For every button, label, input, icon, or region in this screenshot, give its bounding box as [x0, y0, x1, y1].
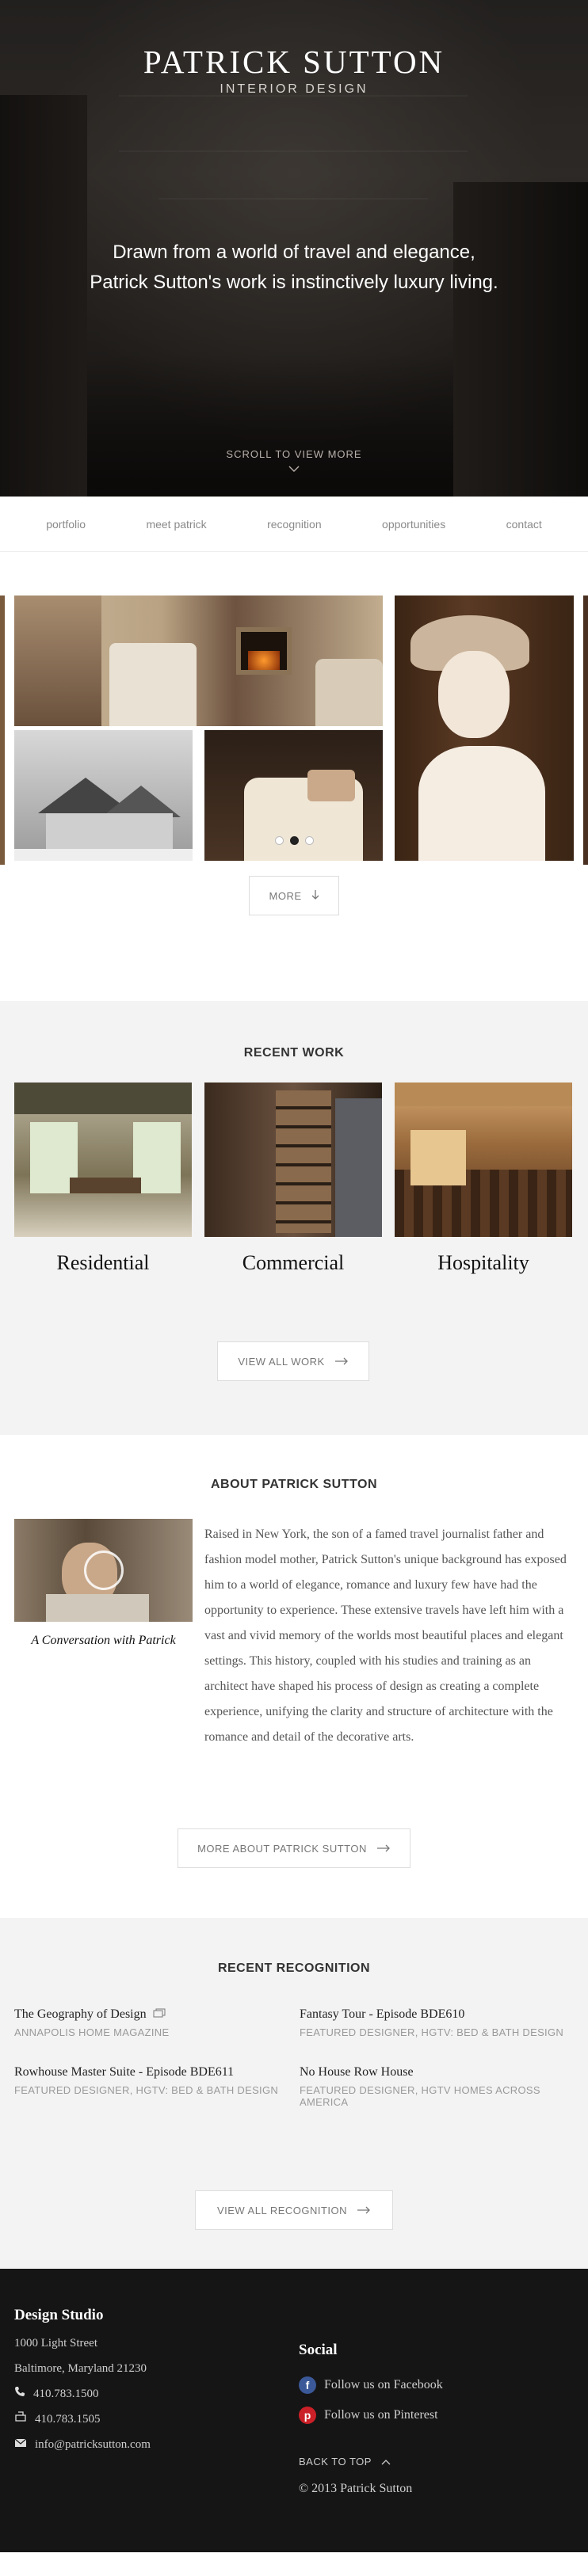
logo[interactable]: PATRICK SUTTON INTERIOR DESIGN [0, 43, 588, 97]
arrow-down-icon [311, 889, 319, 903]
video-thumbnail[interactable] [14, 1519, 193, 1622]
phone-icon [14, 2381, 25, 2407]
work-image-commercial [204, 1083, 382, 1237]
pinterest-link[interactable]: p Follow us on Pinterest [299, 2400, 443, 2430]
arrow-right-icon [357, 2205, 371, 2216]
recognition-title: RECENT RECOGNITION [217, 1961, 371, 1975]
fax-number: 410.783.1505 [35, 2413, 101, 2426]
carousel-next-peek[interactable] [583, 595, 588, 865]
carousel-dot[interactable] [304, 836, 314, 845]
hero-banner: PATRICK SUTTON INTERIOR DESIGN Drawn fro… [0, 0, 588, 497]
video-caption: A Conversation with Patrick [31, 1634, 176, 1647]
pinterest-icon: p [299, 2407, 316, 2424]
fax-icon [14, 2407, 27, 2432]
play-icon [84, 1551, 124, 1590]
facebook-link[interactable]: f Follow us on Facebook [299, 2370, 443, 2400]
arrow-right-icon [376, 1843, 391, 1855]
main-nav: portfolio meet patrick recognition oppor… [0, 497, 588, 552]
carousel-dot-active[interactable] [289, 836, 299, 845]
more-button[interactable]: MORE [249, 876, 339, 915]
work-label: Residential [56, 1251, 150, 1274]
work-image-hospitality [395, 1083, 572, 1237]
email-link[interactable]: info@patricksutton.com [35, 2432, 151, 2457]
carousel [0, 552, 588, 865]
page: PATRICK SUTTON INTERIOR DESIGN Drawn fro… [0, 0, 588, 2552]
view-all-work-button[interactable]: VIEW ALL WORK [217, 1341, 369, 1381]
back-to-top-link[interactable]: BACK TO TOP [299, 2456, 443, 2468]
about-section: ABOUT PATRICK SUTTON A Conversation with… [0, 1435, 588, 1918]
footer: Design Studio 1000 Light Street Baltimor… [0, 2269, 588, 2552]
carousel-pagination [0, 835, 588, 849]
about-title: ABOUT PATRICK SUTTON [211, 1478, 377, 1491]
work-card-hospitality[interactable]: Hospitality [395, 1083, 572, 1275]
work-label: Hospitality [437, 1251, 529, 1274]
chevron-up-icon [381, 2456, 391, 2468]
recognition-item[interactable]: The Geography of Design ANNAPOLIS HOME M… [14, 2007, 292, 2038]
social-block: Social f Follow us on Facebook p Follow … [299, 2342, 443, 2496]
hero-tagline: Drawn from a world of travel and eleganc… [90, 242, 498, 293]
nav-item-meet-patrick[interactable]: meet patrick [146, 518, 206, 531]
carousel-dot[interactable] [274, 836, 284, 845]
email-icon [14, 2432, 27, 2457]
chevron-down-icon [0, 463, 588, 474]
phone-number[interactable]: 410.783.1500 [33, 2381, 99, 2407]
recent-work-section: RECENT WORK Residential Commercial Hospi… [0, 1001, 588, 1435]
work-card-residential[interactable]: Residential [14, 1083, 192, 1275]
carousel-image-portrait[interactable] [395, 595, 574, 861]
studio-contact: Design Studio 1000 Light Street Baltimor… [14, 2304, 151, 2457]
brand-name: PATRICK SUTTON [143, 44, 445, 80]
address-line-2: Baltimore, Maryland 21230 [14, 2362, 147, 2375]
recognition-item[interactable]: Rowhouse Master Suite - Episode BDE611 F… [14, 2065, 292, 2096]
nav-item-opportunities[interactable]: opportunities [382, 518, 445, 531]
work-card-commercial[interactable]: Commercial [204, 1083, 382, 1275]
nav-item-contact[interactable]: contact [506, 518, 542, 531]
more-about-button[interactable]: MORE ABOUT PATRICK SUTTON [178, 1828, 410, 1868]
facebook-icon: f [299, 2376, 316, 2394]
recognition-item[interactable]: Fantasy Tour - Episode BDE610 FEATURED D… [300, 2007, 577, 2038]
copyright: © 2013 Patrick Sutton [299, 2482, 413, 2495]
recognition-section: RECENT RECOGNITION The Geography of Desi… [0, 1918, 588, 2269]
recent-work-title: RECENT WORK [243, 1046, 345, 1060]
gallery-icon [153, 2007, 166, 2022]
carousel-prev-peek[interactable] [0, 595, 5, 865]
carousel-image-living-room[interactable] [14, 595, 383, 726]
brand-subtitle: INTERIOR DESIGN [220, 82, 368, 96]
address-line-1: 1000 Light Street [14, 2337, 97, 2350]
nav-item-portfolio[interactable]: portfolio [46, 518, 86, 531]
social-title: Social [299, 2342, 338, 2358]
nav-item-recognition[interactable]: recognition [267, 518, 322, 531]
scroll-to-view-more[interactable]: SCROLL TO VIEW MORE [0, 448, 588, 474]
studio-title: Design Studio [14, 2307, 104, 2323]
work-image-residential [14, 1083, 192, 1237]
view-all-recognition-button[interactable]: VIEW ALL RECOGNITION [195, 2190, 393, 2230]
arrow-right-icon [334, 1356, 349, 1368]
about-body: Raised in New York, the son of a famed t… [204, 1528, 567, 1744]
recognition-item[interactable]: No House Row House FEATURED DESIGNER, HG… [300, 2065, 577, 2108]
work-label: Commercial [242, 1251, 345, 1274]
